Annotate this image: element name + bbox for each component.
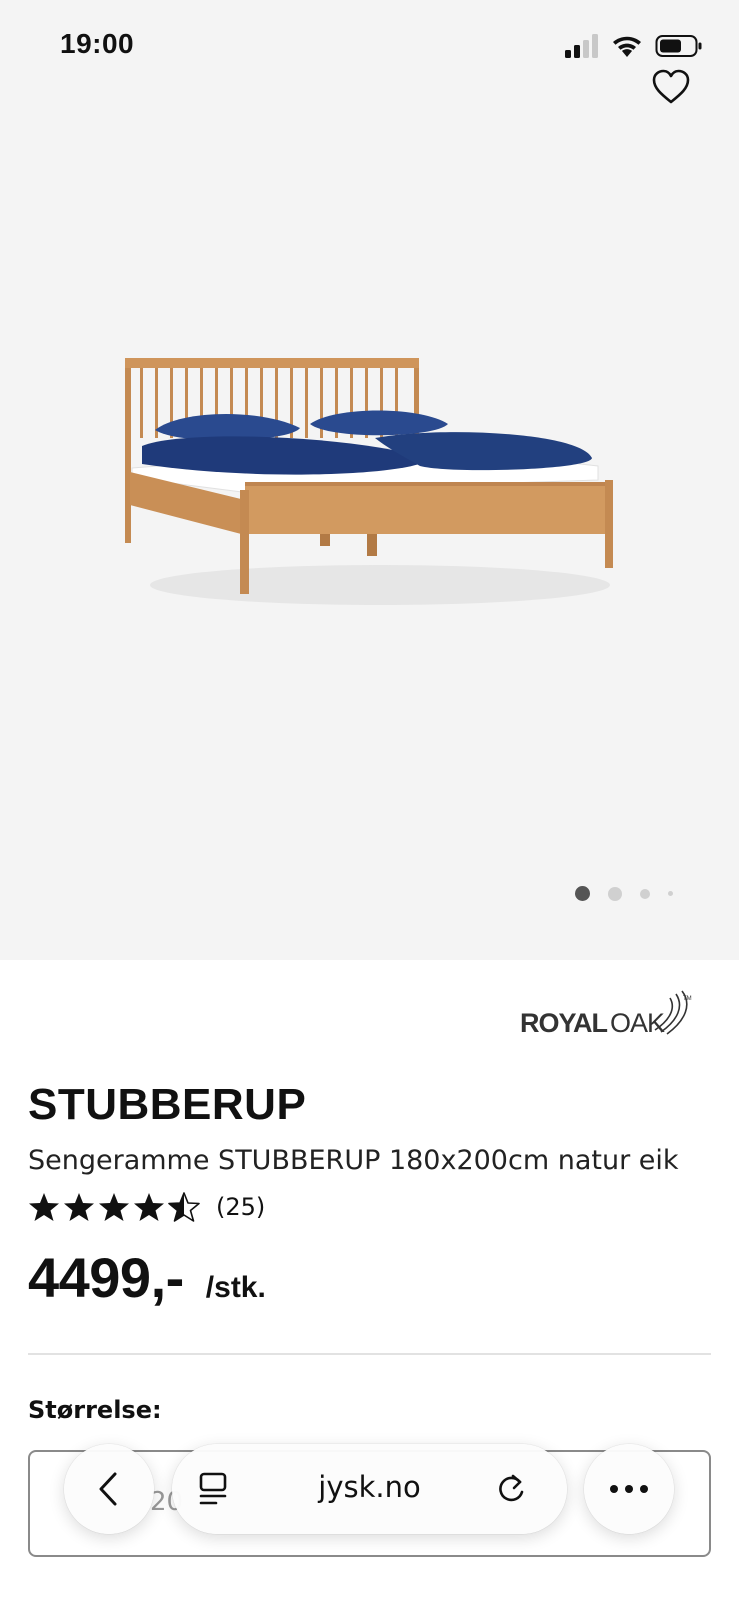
carousel-indicator[interactable] [575, 886, 673, 901]
product-image [125, 358, 613, 605]
price-row: 4499,- /stk. [28, 1245, 266, 1310]
carousel-dot-2[interactable] [608, 886, 622, 901]
size-label: Størrelse: [28, 1396, 162, 1424]
product-gallery[interactable] [0, 0, 739, 960]
star-icon [99, 1193, 129, 1221]
brand-logo: ROYAL OAK TM [520, 990, 692, 1038]
half-star-icon [168, 1192, 200, 1222]
svg-text:TM: TM [683, 996, 692, 1002]
wifi-icon [613, 36, 641, 57]
star-icon [134, 1193, 164, 1221]
signal-icon [565, 34, 598, 58]
divider [28, 1353, 711, 1355]
rating-count[interactable]: (25) [216, 1193, 265, 1221]
product-rating[interactable]: (25) [28, 1192, 265, 1222]
carousel-dot-1[interactable] [575, 886, 590, 901]
more-icon [610, 1485, 648, 1493]
product-price: 4499,- [28, 1246, 184, 1309]
chevron-left-icon [99, 1472, 117, 1506]
address-bar[interactable]: jysk.no [172, 1444, 567, 1534]
star-icon [64, 1193, 94, 1221]
back-button[interactable] [64, 1444, 154, 1534]
status-bar: 19:00 [0, 0, 739, 92]
status-time: 19:00 [60, 28, 135, 59]
more-button[interactable] [584, 1444, 674, 1534]
product-description: Sengeramme STUBBERUP 180x200cm natur eik [28, 1145, 679, 1176]
rating-stars [28, 1192, 200, 1222]
svg-text:ROYAL: ROYAL [520, 1008, 608, 1038]
star-icon [29, 1193, 59, 1221]
svg-text:OAK: OAK [610, 1008, 665, 1038]
carousel-dot-3[interactable] [640, 888, 650, 899]
battery-icon [655, 35, 702, 57]
product-title: STUBBERUP [28, 1080, 307, 1129]
price-unit: /stk. [205, 1271, 266, 1304]
browser-toolbar: jysk.no [0, 1440, 739, 1540]
carousel-dot-4[interactable] [668, 891, 673, 896]
reload-icon[interactable] [494, 1472, 528, 1506]
